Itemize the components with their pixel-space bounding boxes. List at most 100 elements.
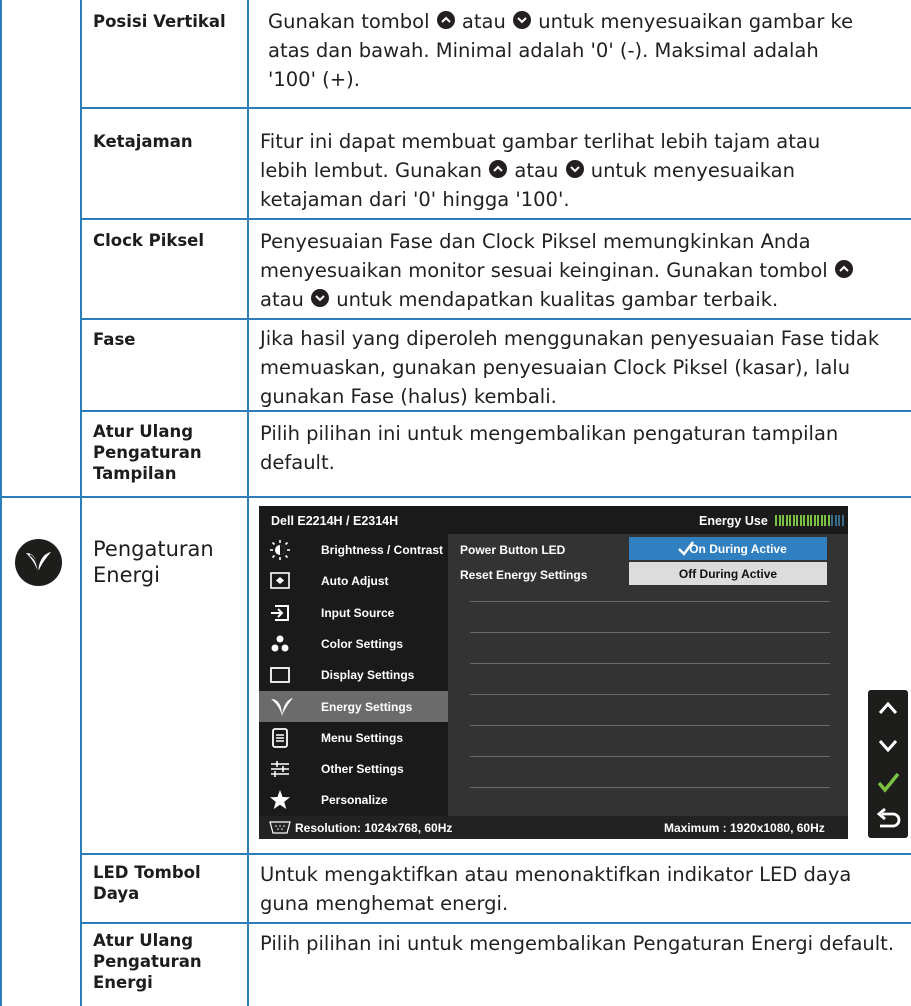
brightness-icon	[269, 539, 291, 561]
osd-submenu-label: Power Button LED	[460, 543, 566, 557]
osd-option-selected[interactable]: On During Active	[629, 537, 827, 560]
osd-menu-label: Brightness / Contrast	[321, 543, 444, 557]
row-label-clock-piksel: Clock Piksel	[93, 231, 204, 250]
desc-column-border	[247, 0, 249, 1006]
row-desc-clock-piksel: Penyesuaian Fase dan Clock Piksel memung…	[260, 227, 900, 314]
osd-menu-item[interactable]: Other Settings	[259, 753, 448, 784]
energy-bar-segment	[782, 515, 784, 526]
osd-option[interactable]: Off During Active	[629, 562, 827, 585]
energy-bar-segment	[841, 515, 844, 526]
energy-bar-segment	[778, 515, 781, 526]
section-divider	[0, 496, 911, 498]
desc-text: atau	[455, 10, 513, 33]
osd-resolution: Resolution: 1024x768, 60Hz	[295, 821, 453, 835]
other-settings-icon	[269, 758, 291, 780]
osd-menu-label: Energy Settings	[321, 699, 413, 714]
osd-model-name: Dell E2214H / E2314H	[271, 514, 399, 528]
osd-menu-item[interactable]: Brightness / Contrast	[259, 534, 448, 565]
osd-menu-item[interactable]: Auto Adjust	[259, 565, 448, 596]
osd-submenu-panel: Power Button LED On During Active Reset …	[448, 534, 848, 816]
desc-text: untuk mendapatkan kualitas gambar terbai…	[330, 288, 779, 311]
energy-bar-segment	[796, 515, 798, 526]
osd-menu-item[interactable]: Energy Settings	[259, 690, 448, 722]
osd-nav-buttons	[868, 690, 908, 838]
osd-menu-label: Menu Settings	[321, 730, 404, 745]
energy-bar-segment	[838, 515, 840, 526]
energy-leaf-icon	[15, 539, 62, 586]
osd-empty-line	[470, 663, 830, 664]
up-arrow-icon[interactable]	[868, 690, 908, 727]
row-divider	[80, 318, 911, 320]
osd-empty-line	[470, 725, 830, 726]
row-desc-ketajaman: Fitur ini dapat membuat gambar terlihat …	[260, 127, 860, 214]
display-settings-icon	[269, 664, 291, 686]
desc-text: Penyesuaian Fase dan Clock Piksel memung…	[260, 230, 834, 282]
energy-bar-segment	[831, 515, 833, 526]
row-label-atur-ulang-tampilan: Atur Ulang Pengaturan Tampilan	[93, 422, 202, 483]
energy-bar-segment	[834, 515, 837, 526]
desc-text: atau	[508, 159, 565, 182]
down-button-icon	[565, 160, 584, 178]
row-desc-atur-ulang-energi: Pilih pilihan ini untuk mengembalikan Pe…	[260, 932, 895, 955]
check-icon[interactable]	[868, 764, 908, 801]
osd-option-label: On During Active	[689, 542, 787, 556]
row-label-atur-ulang-energi: Atur Ulang Pengaturan Energi	[93, 931, 202, 992]
osd-footer: Resolution: 1024x768, 60Hz Maximum : 192…	[259, 816, 848, 839]
up-button-icon	[489, 160, 508, 178]
row-label-posisi-vertikal: Posisi Vertikal	[93, 12, 226, 31]
osd-menu-label: Color Settings	[321, 636, 404, 651]
row-label-fase: Fase	[93, 330, 136, 349]
row-desc-fase: Jika hasil yang diperoleh menggunakan pe…	[260, 327, 880, 408]
energy-bar-segment	[775, 515, 777, 526]
osd-submenu-item[interactable]: Power Button LED	[448, 537, 628, 562]
osd-submenu-label: Reset Energy Settings	[460, 568, 588, 582]
osd-menu-screenshot: Dell E2214H / E2314H Energy Use Brightne…	[259, 506, 848, 839]
osd-menu-item[interactable]: Menu Settings	[259, 722, 448, 753]
energy-bar-segment	[799, 515, 802, 526]
osd-maximum-resolution: Maximum : 1920x1080, 60Hz	[664, 821, 825, 835]
osd-submenu-item[interactable]: Reset Energy Settings	[448, 562, 628, 587]
osd-energy-use-label: Energy Use	[699, 514, 768, 528]
osd-menu-label: Personalize	[321, 793, 388, 808]
energy-bar-segment	[789, 515, 791, 526]
vga-connector-icon	[269, 821, 291, 834]
osd-menu-label: Input Source	[321, 605, 395, 620]
down-arrow-icon[interactable]	[868, 727, 908, 764]
energy-bar-segment	[813, 515, 816, 526]
energy-bar-segment	[810, 515, 812, 526]
input-source-icon	[269, 602, 291, 624]
osd-menu-item[interactable]: Color Settings	[259, 628, 448, 659]
energy-bar-segment	[824, 515, 826, 526]
osd-menu-label: Other Settings	[321, 762, 404, 777]
row-divider	[80, 853, 911, 855]
back-icon[interactable]	[868, 801, 908, 838]
label-column-border	[80, 0, 82, 1006]
osd-empty-line	[470, 756, 830, 757]
energy-bar-segment	[806, 515, 809, 526]
menu-settings-icon	[269, 727, 291, 749]
row-divider	[80, 107, 911, 109]
table-left-border	[0, 0, 2, 1006]
energy-bar-segment	[817, 515, 819, 526]
osd-empty-line	[470, 694, 830, 695]
energy-leaf-icon	[269, 696, 293, 718]
energy-bar-segment	[827, 515, 830, 526]
osd-menu-item[interactable]: Personalize	[259, 784, 448, 815]
up-button-icon	[436, 11, 455, 29]
energy-bar-segment	[803, 515, 805, 526]
osd-menu-label: Auto Adjust	[321, 574, 389, 589]
osd-option-label: Off During Active	[678, 567, 778, 581]
osd-menu-item[interactable]: Input Source	[259, 597, 448, 628]
osd-header: Dell E2214H / E2314H Energy Use	[259, 506, 848, 534]
row-label-ketajaman: Ketajaman	[93, 132, 193, 151]
energy-settings-title: Pengaturan Energi	[93, 537, 214, 587]
osd-empty-line	[470, 787, 830, 788]
osd-main-menu: Brightness / Contrast Auto Adjust Input So…	[259, 534, 448, 816]
osd-empty-line	[470, 632, 830, 633]
row-desc-posisi-vertikal: Gunakan tombol atau untuk menyesuaikan g…	[260, 7, 868, 94]
osd-menu-item[interactable]: Display Settings	[259, 659, 448, 690]
row-desc-led-tombol-daya: Untuk mengaktifkan atau menonaktifkan in…	[260, 863, 852, 915]
down-button-icon	[311, 289, 330, 307]
desc-text: atau	[260, 288, 311, 311]
star-icon	[269, 789, 291, 811]
